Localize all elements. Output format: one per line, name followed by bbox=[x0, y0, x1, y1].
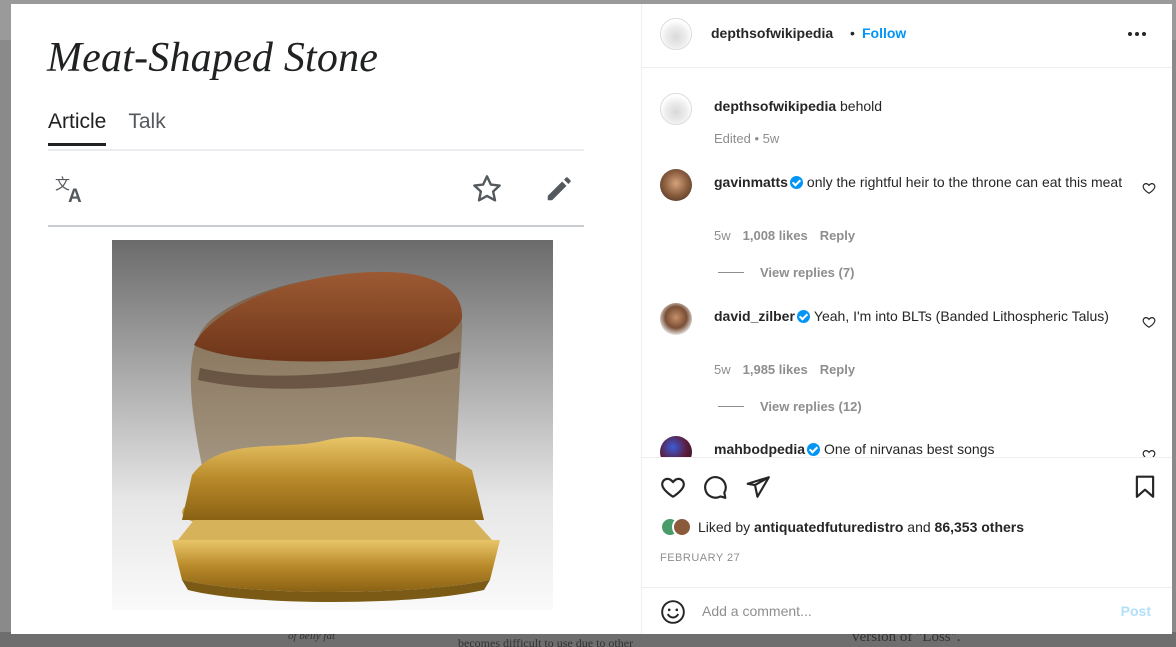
liked-by-and: and bbox=[907, 519, 931, 535]
comment-body: only the rightful heir to the throne can… bbox=[806, 174, 1123, 190]
backdrop-text-center: becomes difficult to use due to other bbox=[458, 636, 634, 647]
caption-username[interactable]: depthsofwikipedia bbox=[714, 98, 836, 114]
verified-badge-icon bbox=[796, 310, 810, 323]
comment-body: One of nirvanas best songs bbox=[824, 441, 995, 457]
verified-badge-icon bbox=[807, 443, 821, 456]
author-avatar[interactable] bbox=[660, 18, 692, 50]
comment-like-heart-icon[interactable] bbox=[1142, 181, 1156, 195]
comment-like-heart-icon[interactable] bbox=[1142, 315, 1156, 329]
comment-username[interactable]: mahbodpedia bbox=[714, 441, 805, 457]
tabs-divider bbox=[48, 149, 584, 151]
share-send-icon[interactable] bbox=[745, 474, 771, 500]
star-icon bbox=[470, 172, 504, 206]
more-options-icon[interactable] bbox=[1122, 26, 1152, 42]
post-header: depthsofwikipedia • Follow bbox=[642, 4, 1172, 68]
comment-text: mahbodpedia One of nirvanas best songs bbox=[714, 440, 1134, 457]
toolbar-divider bbox=[48, 225, 584, 227]
article-title: Meat-Shaped Stone bbox=[47, 35, 379, 81]
commenter-avatar[interactable] bbox=[660, 436, 692, 457]
tab-article: Article bbox=[48, 110, 107, 146]
comment-likes[interactable]: 1,985 likes bbox=[743, 362, 808, 377]
liked-by: Liked by antiquatedfuturedistro and 86,3… bbox=[660, 517, 1024, 537]
header-separator: • bbox=[850, 25, 855, 41]
caption-body: behold bbox=[840, 98, 883, 114]
caption-text: depthsofwikipedia behold bbox=[714, 97, 1134, 116]
post-date[interactable]: FEBRUARY 27 bbox=[660, 552, 740, 564]
comment-meta: 5w 1,985 likes Reply bbox=[714, 362, 855, 377]
replies-divider-line bbox=[718, 406, 744, 407]
post-sidebar: depthsofwikipedia • Follow depthsofwikip… bbox=[642, 4, 1172, 634]
caption-edited-age: Edited • 5w bbox=[714, 131, 780, 146]
emoji-icon[interactable] bbox=[660, 599, 686, 625]
svg-text:A: A bbox=[68, 186, 82, 206]
add-comment-input[interactable]: Add a comment... bbox=[702, 603, 812, 619]
bookmark-icon[interactable] bbox=[1132, 474, 1158, 500]
commenter-avatar[interactable] bbox=[660, 303, 692, 335]
liked-by-others[interactable]: 86,353 others bbox=[935, 519, 1025, 535]
comment-body: Yeah, I'm into BLTs (Banded Lithospheric… bbox=[813, 308, 1109, 324]
post-modal: Meat-Shaped Stone Article Talk 文 A depth… bbox=[11, 4, 1172, 634]
liker-avatar[interactable] bbox=[672, 517, 692, 537]
meat-shaped-stone-image bbox=[112, 240, 553, 610]
post-comment-button[interactable]: Post bbox=[1121, 603, 1151, 619]
comment-likes[interactable]: 1,008 likes bbox=[743, 228, 808, 243]
verified-badge-icon bbox=[789, 176, 803, 189]
view-replies-button[interactable]: View replies (7) bbox=[718, 265, 854, 280]
comment-username[interactable]: gavinmatts bbox=[714, 174, 788, 190]
caption-meta: Edited • 5w bbox=[714, 131, 779, 146]
comment-text: david_zilber Yeah, I'm into BLTs (Banded … bbox=[714, 307, 1134, 326]
tab-talk: Talk bbox=[128, 110, 166, 133]
caption-avatar[interactable] bbox=[660, 93, 692, 125]
view-replies-button[interactable]: View replies (12) bbox=[718, 399, 862, 414]
post-media[interactable]: Meat-Shaped Stone Article Talk 文 A bbox=[11, 4, 642, 634]
add-comment-bar: Add a comment... Post bbox=[642, 587, 1172, 634]
liked-by-username[interactable]: antiquatedfuturedistro bbox=[754, 519, 903, 535]
comment-username[interactable]: david_zilber bbox=[714, 308, 795, 324]
comment-age: 5w bbox=[714, 228, 731, 243]
commenter-avatar[interactable] bbox=[660, 169, 692, 201]
replies-divider-line bbox=[718, 272, 744, 273]
post-actions: Liked by antiquatedfuturedistro and 86,3… bbox=[642, 457, 1172, 587]
comment-like-heart-icon[interactable] bbox=[1142, 448, 1156, 457]
view-replies-label[interactable]: View replies (7) bbox=[760, 265, 854, 280]
author-username[interactable]: depthsofwikipedia bbox=[711, 25, 833, 41]
comments-list[interactable]: depthsofwikipedia behold Edited • 5w gav… bbox=[642, 69, 1172, 457]
reply-button[interactable]: Reply bbox=[820, 228, 855, 243]
liked-by-prefix: Liked by bbox=[698, 519, 751, 535]
translate-icon: 文 A bbox=[53, 172, 89, 206]
view-replies-label[interactable]: View replies (12) bbox=[760, 399, 862, 414]
reply-button[interactable]: Reply bbox=[820, 362, 855, 377]
comment-age: 5w bbox=[714, 362, 731, 377]
follow-button[interactable]: Follow bbox=[862, 25, 906, 41]
backdrop-bottom-strip: of belly fat becomes difficult to use du… bbox=[0, 629, 1176, 647]
pencil-icon bbox=[542, 172, 576, 206]
comment-icon[interactable] bbox=[702, 474, 728, 500]
comment-meta: 5w 1,008 likes Reply bbox=[714, 228, 855, 243]
comment-text: gavinmatts only the rightful heir to the … bbox=[714, 173, 1134, 192]
like-heart-icon[interactable] bbox=[660, 474, 686, 500]
article-tabs: Article Talk bbox=[48, 110, 166, 146]
